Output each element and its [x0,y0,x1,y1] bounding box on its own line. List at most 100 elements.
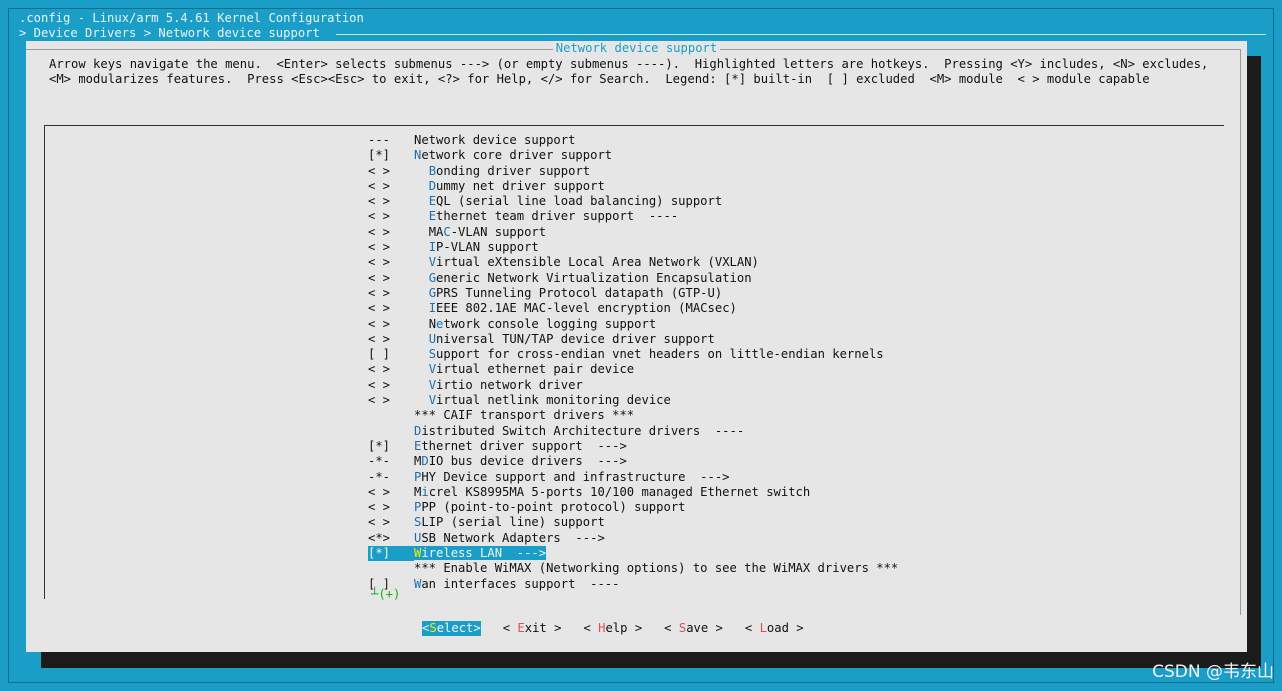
menu-item[interactable]: < > Virtual netlink monitoring device [368,393,898,408]
menu-list: --- Network device support [*] Network core… [368,133,898,592]
menu-item[interactable]: < > MAC-VLAN support [368,225,898,240]
menu-item-state: < > [368,240,391,255]
select-button[interactable]: <Select> [422,621,481,637]
menu-item-text: irtual eXtensible Local Area Network (VX… [436,255,759,270]
menu-item[interactable]: < > Virtual eXtensible Local Area Networ… [368,255,898,270]
menu-item[interactable]: *** Enable WiMAX (Networking options) to… [368,561,898,576]
menu-item[interactable]: < > SLIP (serial line) support [368,515,898,530]
menu-item-hotkey: U [428,331,437,346]
menu-item[interactable]: < > Virtual ethernet pair device [368,362,898,377]
exit-button[interactable]: < Exit > [503,621,562,636]
menu-item-state: < > [368,484,391,499]
button-suffix: elect> [436,621,481,635]
menu-item-label: GPRS Tunneling Protocol datapath (GTP-U) [414,285,723,300]
config-title: .config - Linux/arm 5.4.61 Kernel Config… [19,11,364,25]
menu-item[interactable]: < > Network console logging support [368,317,898,332]
menu-item[interactable]: < > EQL (serial line load balancing) sup… [368,194,898,209]
menu-item-text: PP (point-to-point protocol) support [421,500,686,515]
menu-item[interactable]: [*] Wireless LAN ---> [368,546,898,562]
button-prefix: < [583,621,599,635]
menu-item-indent [414,225,429,240]
menu-item-text: *** Enable WiMAX (Networking options) to… [414,561,899,576]
menu-item[interactable]: *** CAIF transport drivers *** [368,408,898,423]
menu-item[interactable]: < > Dummy net driver support [368,179,898,194]
menu-item[interactable]: [*] Ethernet driver support ---> [368,439,898,454]
menu-item-text: LIP (serial line) support [421,515,605,530]
menu-item-text: crel KS8995MA 5-ports 10/100 managed Eth… [428,484,811,499]
menu-item-state: [ ] [368,347,391,362]
menu-item-indent [414,347,429,362]
menu-item-label: Network console logging support [414,317,656,331]
menu-item-label: PPP (point-to-point protocol) support [414,500,686,514]
menu-item-label: PHY Device support and infrastructure --… [414,470,730,484]
menu-item[interactable]: <*> USB Network Adapters ---> [368,531,898,546]
menu-item-label: Virtual ethernet pair device [414,362,634,376]
menu-item-state: < > [368,163,391,178]
menu-item-state: < > [368,301,391,316]
menu-item-indent [414,240,429,255]
menu-item-indent [414,164,429,179]
menu-item-state: < > [368,209,391,224]
menu-item-state: <*> [368,530,391,545]
menu-item[interactable]: -*- MDIO bus device drivers ---> [368,454,898,469]
menu-item[interactable]: [ ] Support for cross-endian vnet header… [368,347,898,362]
menu-item-text: PRS Tunneling Protocol datapath (GTP-U) [436,285,723,300]
menu-item-state: < > [368,362,391,377]
menu-item-text: EEE 802.1AE MAC-level encryption (MACsec… [436,301,737,316]
menu-item-text: irtio network driver [436,377,583,392]
dialog-shadow-bottom [41,652,1261,668]
menu-item-text: QL (serial line load balancing) support [436,194,723,209]
menu-item-text: onding driver support [436,163,591,178]
menu-item-text: etwork core driver support [421,148,613,163]
menu-item[interactable]: < > Universal TUN/TAP device driver supp… [368,332,898,347]
menu-item[interactable]: < > Micrel KS8995MA 5-ports 10/100 manage… [368,485,898,500]
button-hotkey: S [429,621,437,635]
menu-item-label: Support for cross-endian vnet headers on… [414,347,884,361]
menu-item-text: Network device support [414,133,576,147]
help-button[interactable]: < Help > [583,621,642,636]
menu-item-state: -*- [368,469,391,484]
menu-item[interactable]: < > Ethernet team driver support ---- [368,209,898,224]
menu-item-state: < > [368,270,391,285]
menu-item-state: < > [368,255,391,270]
menu-item[interactable]: [*] Network core driver support [368,148,898,163]
menu-item-hotkey: V [428,362,437,377]
menu-item[interactable]: < > IP-VLAN support [368,240,898,255]
menu-item-indent [414,271,429,286]
load-button[interactable]: < Load > [745,621,804,636]
menu-item-prefix: N [428,316,437,331]
menu-item-state: [*] [368,148,391,163]
menu-item-indent [414,301,429,316]
menu-item-indent [414,255,429,270]
menu-item[interactable]: --- Network device support [368,133,898,148]
menu-item-hotkey: V [428,393,437,408]
menu-item[interactable]: < > Generic Network Virtualization Encap… [368,271,898,286]
menu-item[interactable]: < > Virtio network driver [368,378,898,393]
menu-item-label: Network core driver support [414,148,612,162]
menu-item-hotkey: E [428,194,437,209]
menu-item[interactable]: [ ] Wan interfaces support ---- [368,577,898,592]
menu-item-label: *** CAIF transport drivers *** [414,408,634,422]
save-button[interactable]: < Save > [664,621,723,636]
menu-item[interactable]: Distributed Switch Architecture drivers … [368,424,898,439]
button-suffix: xit > [524,621,562,635]
menu-item-hotkey: I [428,240,437,255]
menu-item-text: upport for cross-endian vnet headers on … [436,347,884,362]
help-text: Arrow keys navigate the menu. <Enter> se… [49,57,1216,87]
menu-item-state: < > [368,500,391,515]
menu-item-state: < > [368,316,391,331]
menu-item-label: Ethernet team driver support ---- [414,209,678,223]
menu-item-hotkey: S [428,347,437,362]
menu-item-label: Universal TUN/TAP device driver support [414,332,715,346]
menu-item[interactable]: < > Bonding driver support [368,164,898,179]
menu-item-state: [*] [368,546,414,562]
menu-item[interactable]: < > IEEE 802.1AE MAC-level encryption (M… [368,301,898,316]
menu-item-text: -VLAN support [450,224,547,239]
menu-item[interactable]: < > GPRS Tunneling Protocol datapath (GT… [368,286,898,301]
menu-item-hotkey: D [428,178,437,193]
menu-item[interactable]: < > PPP (point-to-point protocol) support [368,500,898,515]
breadcrumb-rule [336,34,1266,35]
menu-item-label: SLIP (serial line) support [414,515,605,529]
menu-item-label: EQL (serial line load balancing) support [414,194,723,209]
menu-item[interactable]: -*- PHY Device support and infrastructure… [368,470,898,485]
